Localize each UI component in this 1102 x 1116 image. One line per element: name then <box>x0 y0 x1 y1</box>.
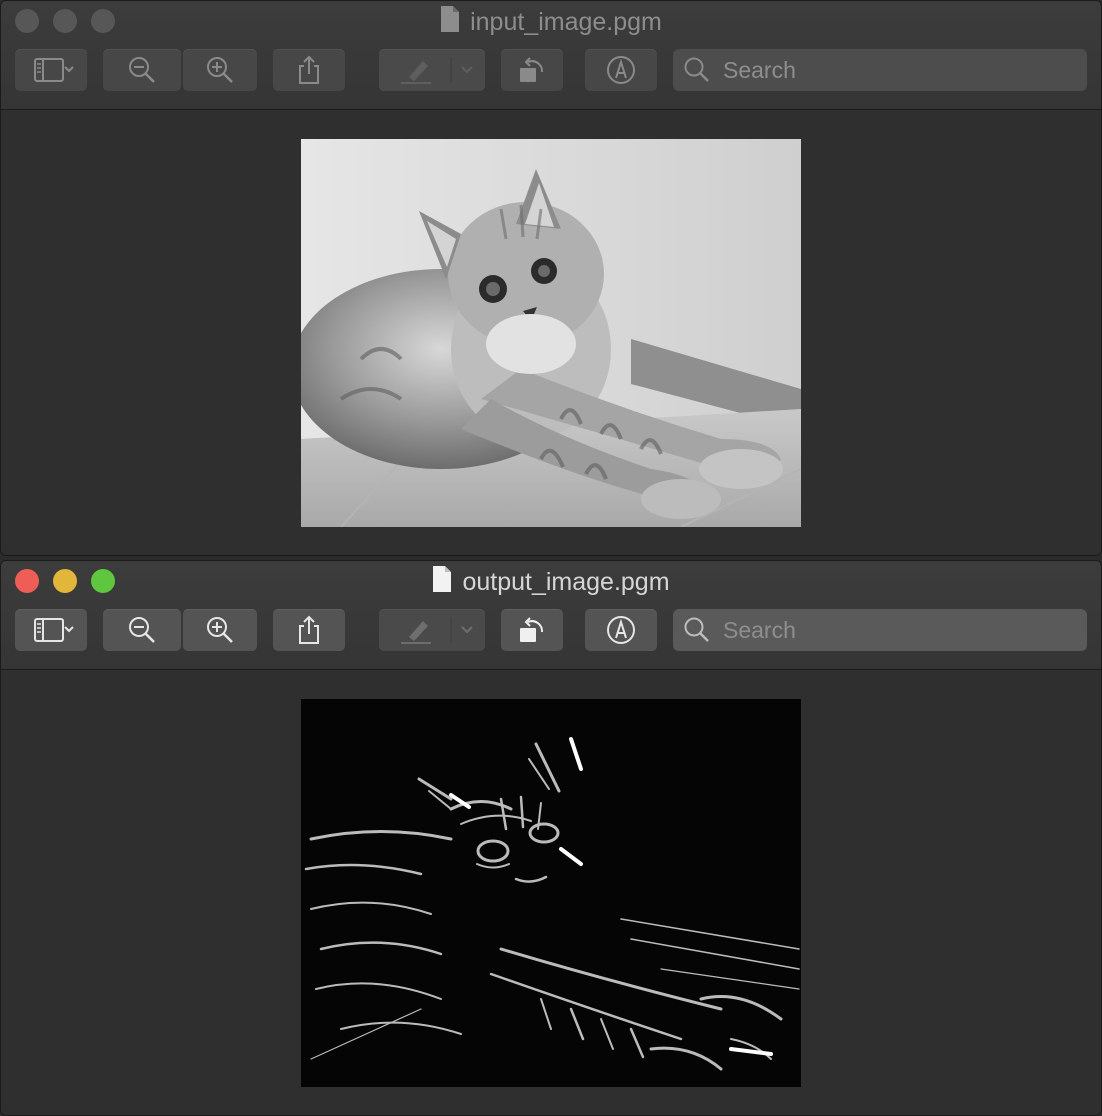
grayscale-kitten-image <box>301 139 801 527</box>
rotate-button[interactable] <box>501 49 563 91</box>
window-title-text: input_image.pgm <box>470 8 662 36</box>
zoom-out-icon <box>129 617 155 643</box>
zoom-in-button[interactable] <box>183 49 257 91</box>
kitten-photo-grayscale <box>301 139 801 527</box>
sidebar-icon <box>34 58 74 82</box>
document-view <box>1 110 1101 555</box>
rotate-icon <box>520 617 544 642</box>
search-input[interactable] <box>721 615 1065 645</box>
search-icon <box>684 617 709 642</box>
search-input[interactable] <box>721 55 1065 85</box>
zoom-out-button[interactable] <box>103 609 181 651</box>
toolbar <box>15 609 1087 653</box>
search-field[interactable] <box>673 609 1087 651</box>
markup-button[interactable] <box>379 609 485 651</box>
input-image-window: input_image.pgm <box>0 0 1102 556</box>
annotate-button[interactable] <box>585 609 657 651</box>
document-icon <box>441 6 460 32</box>
kitten-photo-edges <box>301 699 801 1087</box>
sidebar-view-button[interactable] <box>15 49 87 91</box>
zoom-in-button[interactable] <box>183 609 257 651</box>
zoom-in-icon <box>207 57 233 83</box>
document-icon <box>433 566 452 592</box>
zoom-in-icon <box>207 617 233 643</box>
titlebar: output_image.pgm <box>1 561 1101 670</box>
window-title-text: output_image.pgm <box>462 568 670 596</box>
edge-detected-kitten-image <box>301 699 801 1087</box>
annotate-button[interactable] <box>585 49 657 91</box>
search-field[interactable] <box>673 49 1087 91</box>
zoom-out-icon <box>129 57 155 83</box>
titlebar: input_image.pgm <box>1 1 1101 110</box>
toolbar <box>15 49 1087 93</box>
markup-pen-icon <box>401 57 473 84</box>
share-icon <box>299 615 319 644</box>
output-image-window: output_image.pgm <box>0 560 1102 1116</box>
annotate-icon <box>607 616 635 644</box>
window-title: output_image.pgm <box>1 565 1101 599</box>
rotate-icon <box>520 57 544 82</box>
document-view <box>1 670 1101 1115</box>
sidebar-icon <box>34 618 74 642</box>
share-button[interactable] <box>273 609 345 651</box>
rotate-button[interactable] <box>501 609 563 651</box>
sidebar-view-button[interactable] <box>15 609 87 651</box>
search-icon <box>684 57 709 82</box>
share-icon <box>299 55 319 84</box>
annotate-icon <box>607 56 635 84</box>
zoom-out-button[interactable] <box>103 49 181 91</box>
share-button[interactable] <box>273 49 345 91</box>
markup-pen-icon <box>401 617 473 644</box>
window-title: input_image.pgm <box>1 5 1101 39</box>
markup-button[interactable] <box>379 49 485 91</box>
